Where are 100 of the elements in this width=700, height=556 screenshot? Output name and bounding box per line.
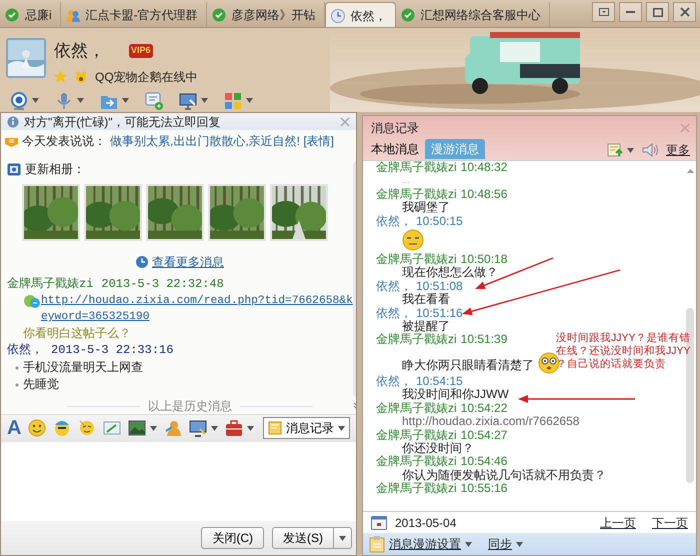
sender-name: 金牌馬子戳婊zi xyxy=(376,161,457,174)
cool-face-icon[interactable] xyxy=(53,419,72,438)
roaming-settings-menu[interactable]: 消息漫游设置 xyxy=(389,535,461,553)
scroll-up-icon[interactable] xyxy=(686,169,694,173)
speaker-icon[interactable] xyxy=(642,143,658,157)
album-label: 更新相册： xyxy=(25,161,85,178)
message-time: 10:51:39 xyxy=(460,333,508,347)
mood-icon xyxy=(5,136,18,146)
sender-name: 金牌馬子戳婊zi xyxy=(376,402,457,416)
caret-icon[interactable] xyxy=(247,426,254,431)
sender-name: 依然， xyxy=(376,214,412,228)
message-time: 10:51:08 xyxy=(416,280,463,293)
message-text: 我碉堡了 xyxy=(401,201,450,215)
link-icon xyxy=(23,293,41,309)
notice-text: 对方"离开(忙碌)"，可能无法立即回复 xyxy=(24,114,221,130)
dropdown-button[interactable] xyxy=(592,2,615,22)
image-icon[interactable] xyxy=(128,419,146,438)
bullet-icon xyxy=(15,382,19,386)
mood-label: 今天发表说说： xyxy=(22,133,106,150)
export-icon[interactable] xyxy=(607,143,623,157)
minimize-button[interactable] xyxy=(619,2,642,22)
message-record-button[interactable]: 消息记录 xyxy=(263,417,350,440)
caret-icon[interactable] xyxy=(211,426,218,431)
screen-share-icon[interactable] xyxy=(189,419,208,438)
add-message-icon[interactable] xyxy=(145,92,163,110)
wink-face-icon[interactable] xyxy=(78,419,96,438)
caret-icon[interactable] xyxy=(150,426,158,431)
message-time: 10:55:16 xyxy=(460,482,508,496)
close-button[interactable] xyxy=(673,2,696,22)
annotation-text: 没时间跟我JJYY？是谁有错 在线？还说没时间和我JJYY ？自己说的话就要负责 xyxy=(556,332,691,371)
pet-icon xyxy=(75,70,87,82)
caret-icon[interactable] xyxy=(339,536,346,542)
online-status-icon xyxy=(5,8,19,22)
message-text: 睁大你两只眼睛看清楚了 xyxy=(402,356,534,374)
smiley-icon[interactable] xyxy=(28,419,46,438)
monitor-icon[interactable] xyxy=(179,92,197,110)
send-button[interactable]: 发送(S) xyxy=(272,527,334,550)
calendar-icon[interactable] xyxy=(371,515,387,530)
message-time: 2013-5-3 22:32:48 xyxy=(101,276,224,293)
caret-icon[interactable] xyxy=(516,542,523,546)
screenshot-icon[interactable] xyxy=(103,419,122,438)
sync-menu[interactable]: 同步 xyxy=(488,535,512,553)
sender-name: 依然， xyxy=(376,306,412,320)
caret-icon[interactable] xyxy=(201,98,208,103)
sender-name: 金牌馬子戳婊zi xyxy=(376,253,457,266)
caret-icon[interactable] xyxy=(627,148,634,152)
caret-icon[interactable] xyxy=(77,98,84,103)
caret-icon[interactable] xyxy=(32,98,39,103)
previous-page-link[interactable]: 上一页 xyxy=(600,514,636,532)
minimize-icon xyxy=(626,11,635,13)
message-time: 2013-5-3 22:33:16 xyxy=(51,342,174,359)
sender-name: 金牌馬子戳婊zi xyxy=(376,333,457,347)
caret-icon[interactable] xyxy=(465,542,472,546)
emoji-icon xyxy=(402,229,424,252)
sender-name: 依然， xyxy=(376,374,412,388)
message-time: 10:54:15 xyxy=(416,374,463,388)
clipboard-icon xyxy=(369,536,385,552)
more-link[interactable]: 更多 xyxy=(666,141,690,159)
history-divider-text: 以上是历史消息 xyxy=(148,398,232,414)
online-status-icon xyxy=(400,8,415,22)
star-icon xyxy=(54,70,67,83)
clock-icon xyxy=(330,8,345,22)
message-text: 现在你想怎么做？ xyxy=(401,266,498,280)
toolbox-icon[interactable] xyxy=(225,419,244,438)
sender-name: 依然， xyxy=(7,342,43,359)
sender-name: 金牌馬子戳婊zi xyxy=(376,482,457,496)
caret-icon[interactable] xyxy=(122,98,129,103)
message-input-field[interactable] xyxy=(1,442,356,522)
next-page-link[interactable]: 下一页 xyxy=(652,514,688,532)
caret-icon[interactable] xyxy=(338,426,345,431)
chat-tab[interactable]: 依然， xyxy=(324,2,396,27)
send-options-button[interactable] xyxy=(334,527,352,550)
figure-icon[interactable] xyxy=(164,419,182,438)
sender-name: 金牌馬子戳婊zi xyxy=(376,188,457,201)
message-time: 10:51:16 xyxy=(416,306,463,320)
close-button[interactable]: 关闭(C) xyxy=(201,527,264,550)
mood-text: 做事别太累,出出门散散心,亲近自然! [表情] xyxy=(110,133,334,150)
message-time: 10:54:27 xyxy=(460,428,508,442)
message-text: 我没时间和你JJWW xyxy=(401,388,509,402)
caret-icon[interactable] xyxy=(246,98,253,103)
message-text: 你还没时间？ xyxy=(401,442,474,455)
message-time: 10:48:32 xyxy=(460,161,508,174)
message-text: http://houdao.zixia.com/r7662658 xyxy=(401,415,580,428)
history-tab[interactable]: 本地消息 xyxy=(365,139,425,159)
more-messages-link[interactable]: 查看更多消息 xyxy=(152,253,224,271)
font-button[interactable]: A xyxy=(7,418,22,438)
album-icon xyxy=(7,162,21,176)
sender-name: 依然， xyxy=(376,280,412,293)
info-icon xyxy=(7,116,19,128)
message-text: 我在看看 xyxy=(401,293,450,307)
message-text: 先睡觉 xyxy=(23,376,59,393)
date-text: 2013-05-04 xyxy=(395,514,456,532)
message-text: 你认为随便发帖说几句话就不用负责？ xyxy=(401,468,606,482)
message-text: 你看明白这帖子么？ xyxy=(22,325,132,341)
message-time: 10:50:15 xyxy=(416,214,463,228)
maximize-button[interactable] xyxy=(646,2,669,22)
message-link[interactable]: http://houdao.zixia.com/read.php?tid=7662658&keyword=365325190 xyxy=(41,293,353,325)
vip-badge: VIP6 xyxy=(129,44,153,58)
message-text: 手机没流量明天上网查 xyxy=(23,359,143,376)
webcam-icon[interactable] xyxy=(10,92,28,110)
